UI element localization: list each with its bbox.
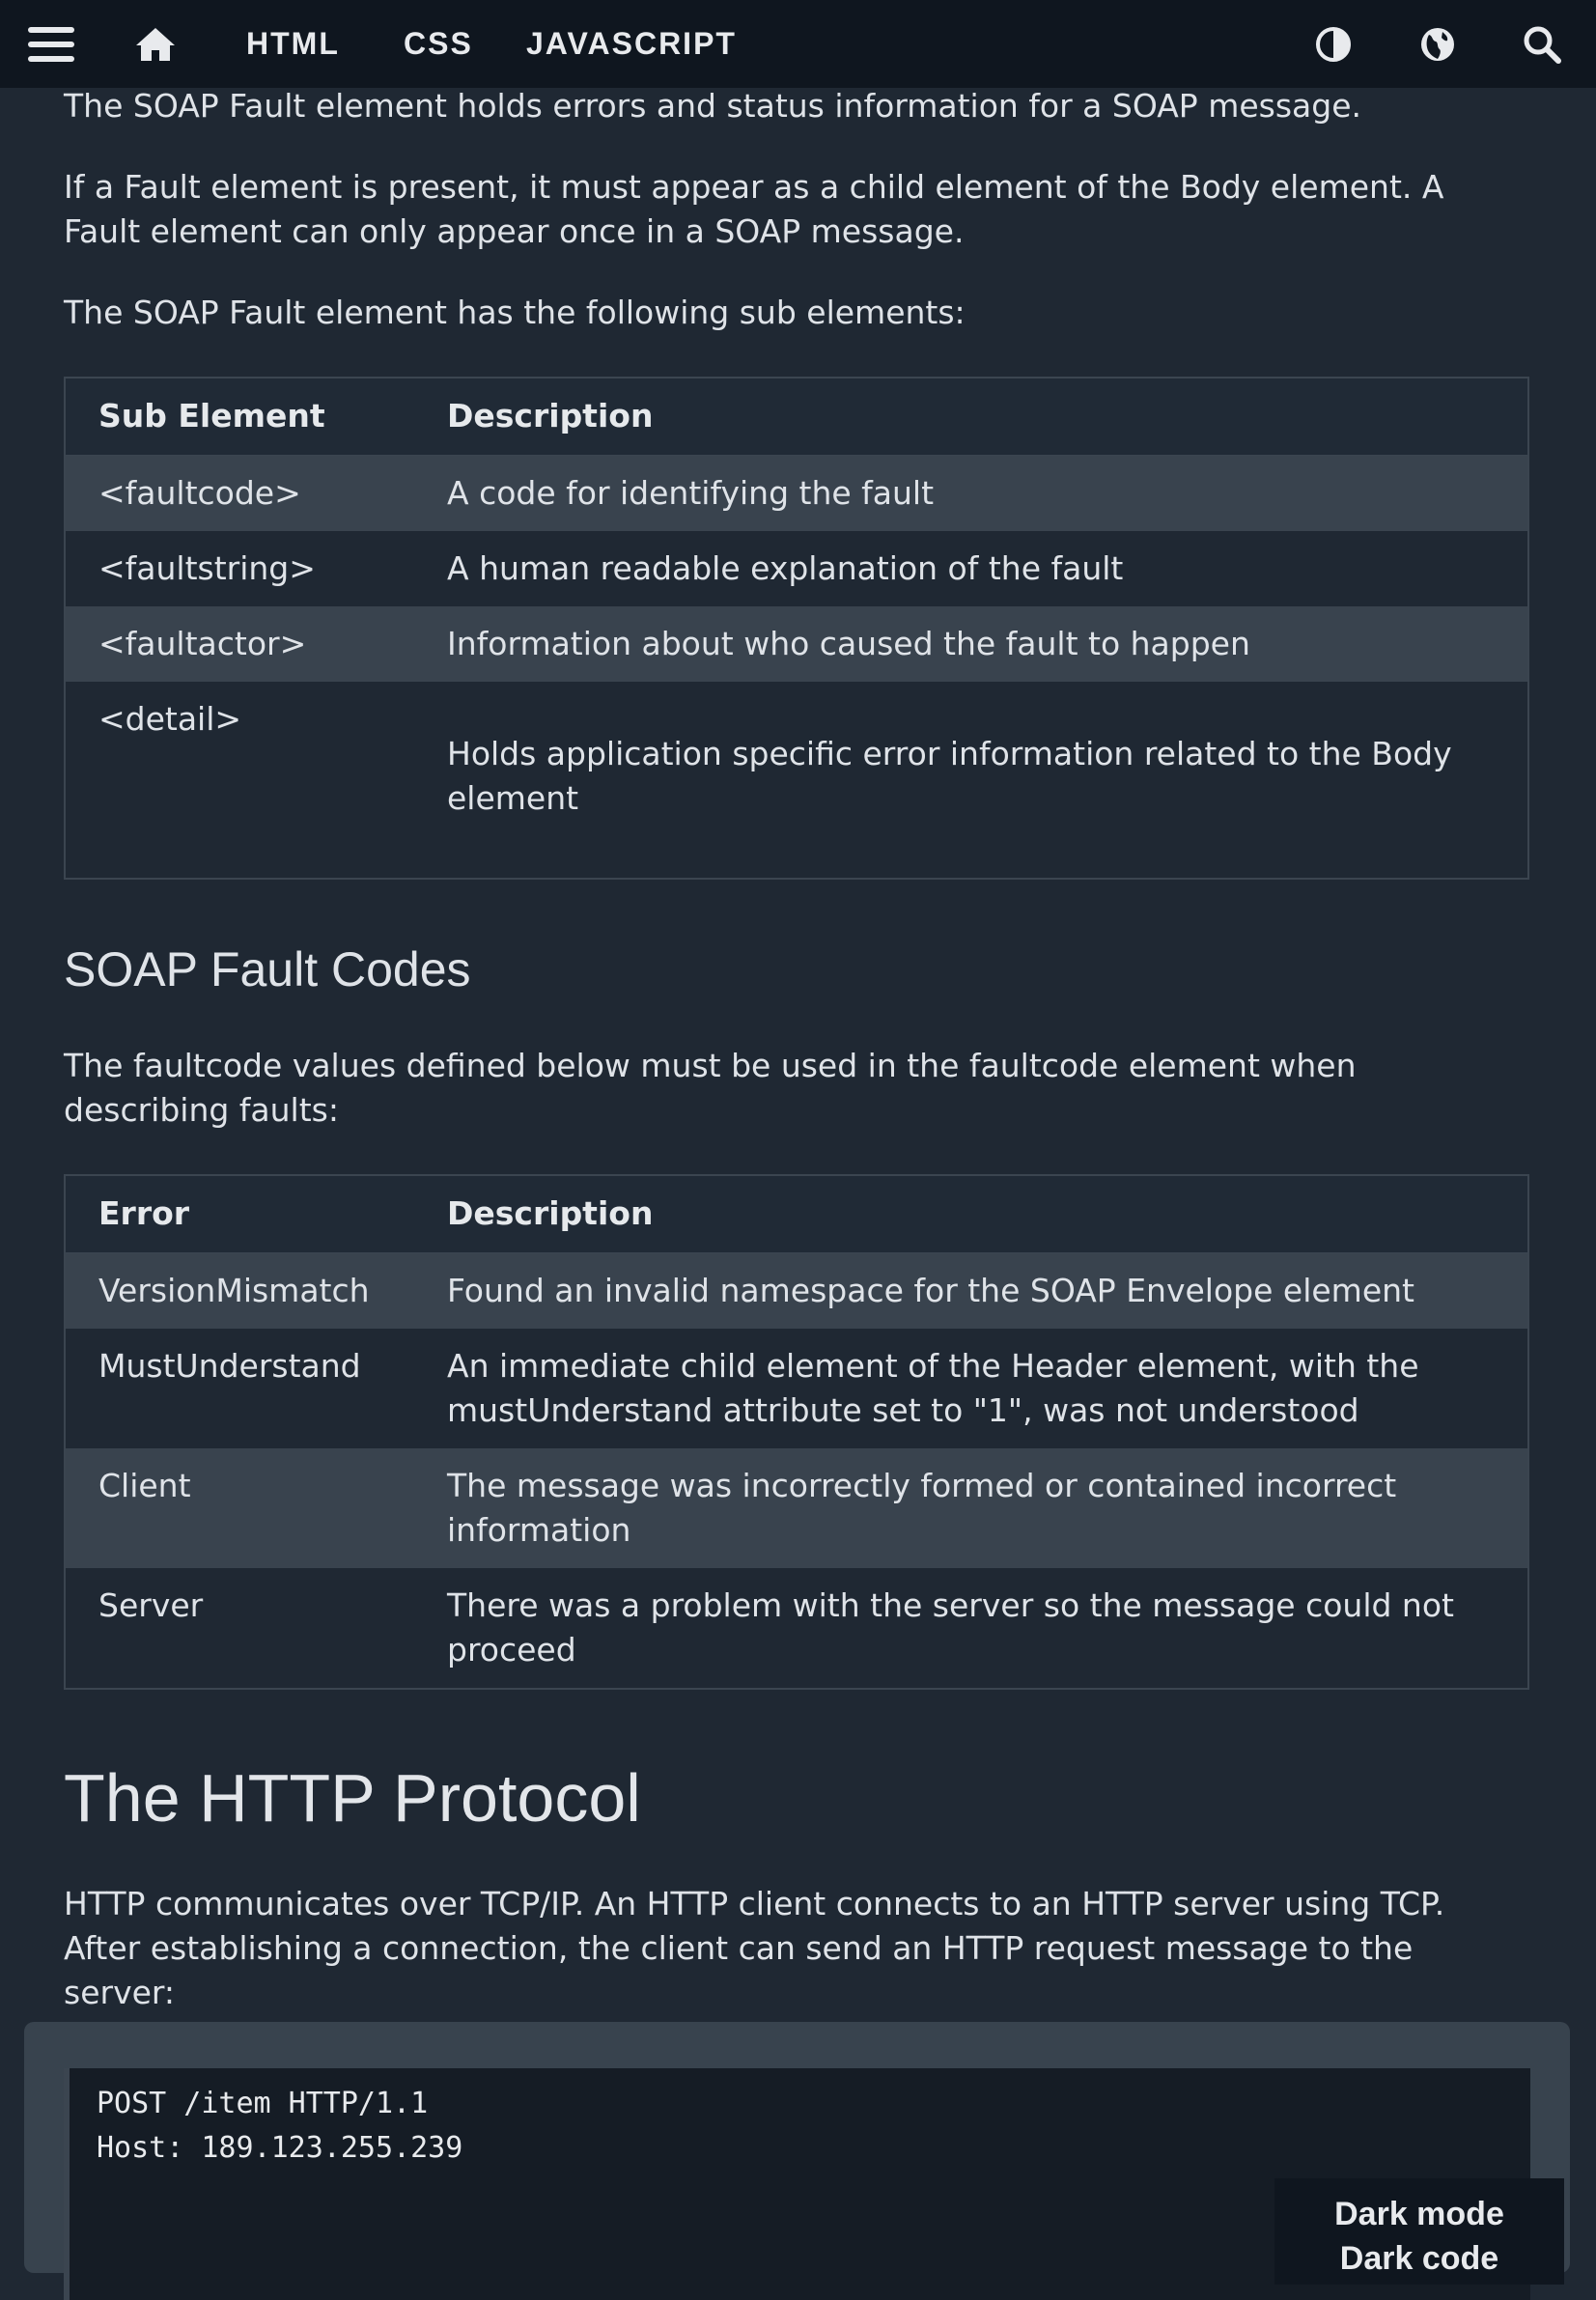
code-line: POST /item HTTP/1.1 [97,2087,429,2120]
table-cell: A code for identifying the fault [414,455,1528,531]
table-cell: Information about who caused the fault t… [414,605,1528,682]
table-cell: A human readable explanation of the faul… [414,530,1528,606]
table-header-cell: Description [414,378,1528,456]
fault-codes-heading: SOAP Fault Codes [64,942,471,996]
nav-link-html[interactable]: HTML [246,0,340,88]
table-header-cell: Error [65,1175,414,1253]
table-header-cell: Description [414,1175,1528,1253]
table-cell: Holds application specific error informa… [414,681,1528,879]
http-protocol-heading: The HTTP Protocol [64,1760,641,1836]
table-row: <detail> Holds application specific erro… [65,681,1528,879]
top-navigation-bar: HTML CSS JAVASCRIPT [0,0,1596,88]
nav-link-css[interactable]: CSS [404,0,473,88]
intro-paragraph-3: The SOAP Fault element has the following… [64,294,966,331]
table-cell: <detail> [65,681,414,879]
menu-button[interactable] [21,0,81,88]
dark-mode-panel: Dark mode Dark code [1274,2178,1564,2285]
table-header-row: Sub Element Description [65,378,1528,456]
nav-link-javascript[interactable]: JAVASCRIPT [526,0,737,88]
code-line: Host: 189.123.255.239 [97,2131,463,2165]
http-intro-paragraph: HTTP communicates over TCP/IP. An HTTP c… [64,1885,1445,2011]
table-cell: <faultstring> [65,530,414,606]
table-row: <faultactor> Information about who cause… [65,605,1528,682]
fault-codes-intro: The faultcode values defined below must … [64,1047,1357,1129]
theme-toggle-button[interactable] [1311,0,1356,88]
dark-code-button[interactable]: Dark code [1274,2236,1564,2281]
dark-mode-button[interactable]: Dark mode [1274,2192,1564,2236]
table-cell: Found an invalid namespace for the SOAP … [414,1252,1528,1329]
contrast-icon [1316,26,1351,62]
home-icon [136,27,175,61]
table-row: Client The message was incorrectly forme… [65,1447,1528,1568]
table-cell: <faultcode> [65,455,414,531]
table-header-cell: Sub Element [65,378,414,456]
globe-icon [1421,27,1454,61]
intro-paragraph-1: The SOAP Fault element holds errors and … [64,87,1361,125]
table-cell: Server [65,1567,414,1689]
table-cell: Client [65,1447,414,1568]
home-button[interactable] [130,0,181,88]
search-icon [1524,26,1561,64]
table-row: Server There was a problem with the serv… [65,1567,1528,1689]
table-cell: <faultactor> [65,605,414,682]
table-header-row: Error Description [65,1175,1528,1253]
table-cell: VersionMismatch [65,1252,414,1329]
table-cell: The message was incorrectly formed or co… [414,1447,1528,1568]
table-row: <faultcode> A code for identifying the f… [65,455,1528,531]
table-row: MustUnderstand An immediate child elemen… [65,1328,1528,1448]
search-button[interactable] [1520,0,1564,88]
table-cell: An immediate child element of the Header… [414,1328,1528,1448]
table-row: VersionMismatch Found an invalid namespa… [65,1252,1528,1329]
language-button[interactable] [1415,0,1460,88]
fault-codes-table: Error Description VersionMismatch Found … [64,1174,1529,1690]
table-row: <faultstring> A human readable explanati… [65,530,1528,606]
intro-paragraph-2: If a Fault element is present, it must a… [64,168,1444,250]
table-cell: MustUnderstand [65,1328,414,1448]
menu-icon [28,26,74,62]
sub-elements-table: Sub Element Description <faultcode> A co… [64,377,1529,880]
table-cell: There was a problem with the server so t… [414,1567,1528,1689]
